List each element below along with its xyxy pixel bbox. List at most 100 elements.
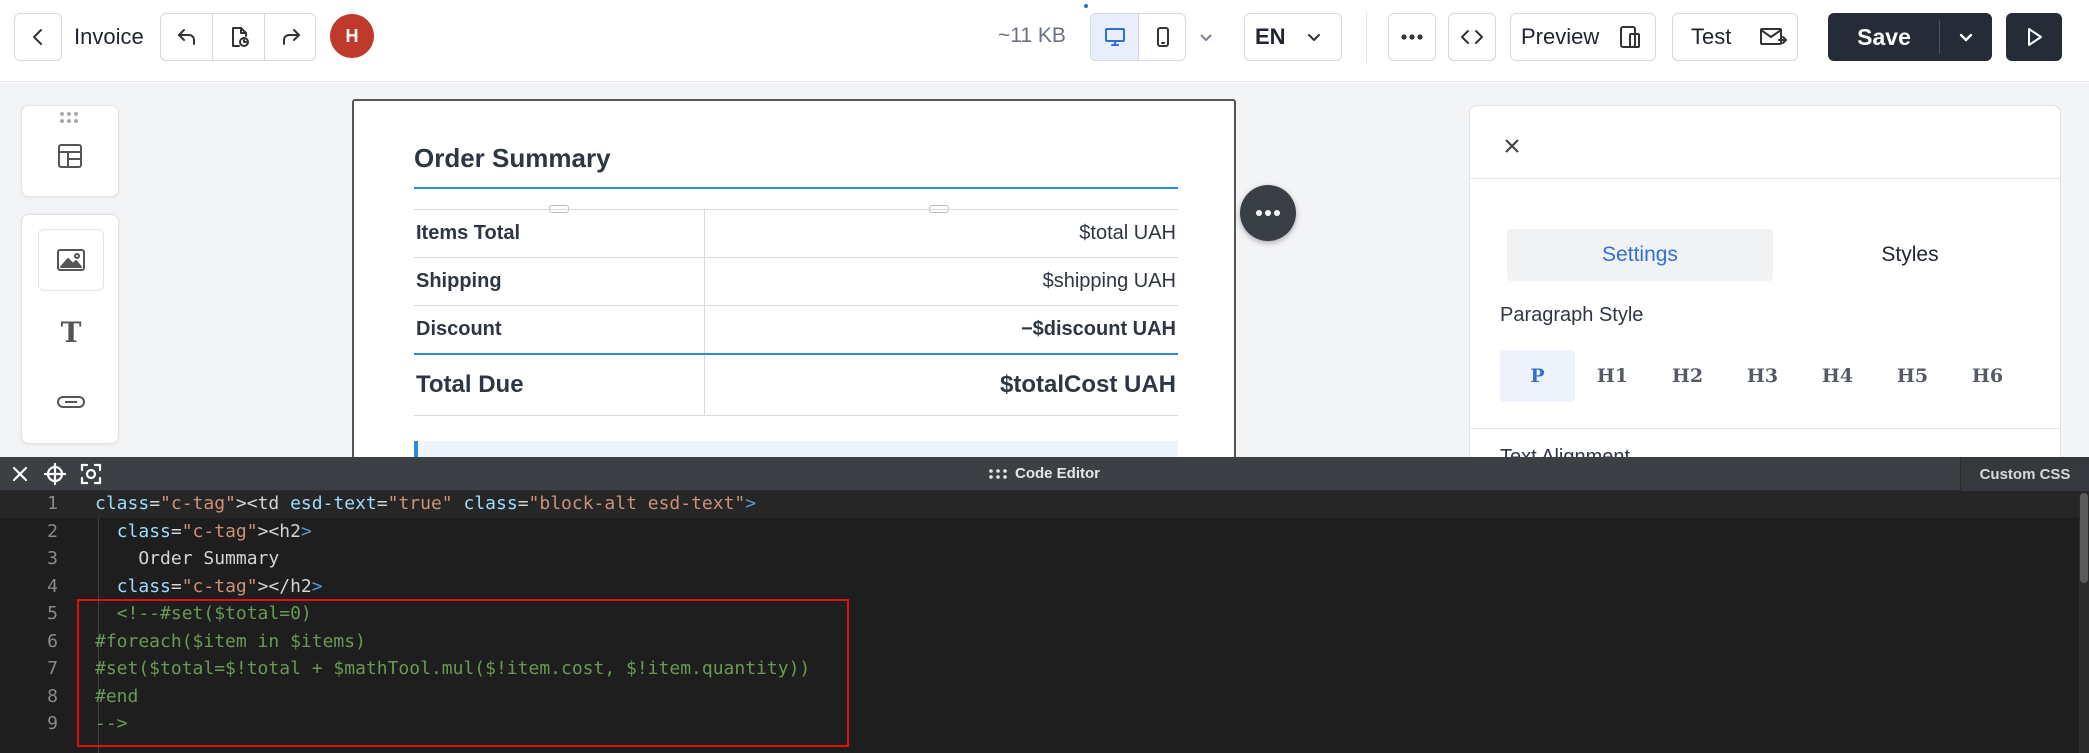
device-menu-dropdown[interactable]	[1188, 18, 1224, 56]
style-h1-button[interactable]: H1	[1575, 350, 1650, 402]
code-text: class="c-tag"><td esd-text="true" class=…	[95, 493, 757, 514]
block-actions-button[interactable]	[1240, 185, 1296, 241]
template-title: Invoice	[74, 24, 144, 49]
custom-css-button[interactable]: Custom CSS	[1960, 457, 2089, 491]
code-area[interactable]: 1 class="c-tag"><td esd-text="true" clas…	[0, 491, 2079, 753]
text-alignment-label: Text Alignment	[1500, 446, 1631, 457]
row-label: Shipping	[414, 257, 705, 306]
code-text: #set($total=$!total + $mathTool.mul($!it…	[95, 658, 811, 679]
style-h3-button[interactable]: H3	[1725, 350, 1800, 402]
undo-button[interactable]	[161, 14, 213, 60]
language-select[interactable]: EN	[1244, 13, 1342, 61]
table-row[interactable]: Discount −$discount UAH	[414, 305, 1178, 354]
code-line[interactable]: 8 #end	[0, 684, 2079, 711]
code-line[interactable]: 6 #foreach($item in $items)	[0, 629, 2079, 656]
test-email-button[interactable]: Test	[1672, 13, 1798, 61]
panel-divider	[1470, 428, 2060, 429]
structures-button[interactable]	[52, 138, 88, 174]
total-label: Total Due	[414, 352, 705, 416]
code-line[interactable]: 9 -->	[0, 711, 2079, 738]
code-icon	[1461, 30, 1483, 44]
preview-label: Preview	[1521, 24, 1600, 49]
code-line[interactable]: 4 class="c-tag"></h2>	[0, 574, 2079, 601]
device-indicator-dot	[1084, 4, 1088, 8]
blocks-panel: T	[21, 214, 119, 444]
run-button[interactable]	[2006, 13, 2062, 61]
code-text: #end	[95, 685, 139, 707]
save-options-dropdown[interactable]	[1940, 14, 1992, 60]
style-p-button[interactable]: P	[1500, 350, 1575, 402]
save-button[interactable]: Save	[1829, 14, 1939, 60]
code-text: class="c-tag"></h2>	[116, 575, 323, 597]
test-label: Test	[1691, 24, 1732, 49]
top-toolbar: Invoice H ~11 KB EN Preview Test Save	[0, 0, 2089, 82]
redo-icon	[283, 29, 300, 45]
back-button[interactable]	[14, 13, 62, 61]
mobile-view-button[interactable]	[1139, 14, 1187, 60]
user-avatar[interactable]: H	[330, 14, 374, 58]
more-horizontal-icon	[1401, 34, 1423, 40]
chevron-down-icon	[1959, 33, 1973, 42]
line-number: 2	[47, 520, 58, 542]
history-button-group	[160, 13, 316, 61]
line-number: 9	[47, 713, 58, 734]
email-canvas[interactable]: Order Summary Items Total $total UAH Shi…	[352, 99, 1236, 457]
chevron-down-icon	[1308, 34, 1320, 41]
desktop-icon	[1104, 28, 1125, 46]
structures-panel	[21, 105, 119, 197]
focus-editor-button[interactable]	[76, 460, 106, 488]
table-row[interactable]: Shipping $shipping UAH	[414, 257, 1178, 306]
order-summary-heading[interactable]: Order Summary	[414, 143, 611, 174]
row-value: $shipping UAH	[704, 257, 1178, 306]
code-view-button[interactable]	[1448, 13, 1496, 61]
code-line[interactable]: 2 class="c-tag"><h2>	[0, 519, 2079, 546]
button-block-button[interactable]	[38, 371, 104, 433]
code-text: Order Summary	[95, 548, 280, 569]
close-icon	[12, 466, 28, 482]
style-h2-button[interactable]: H2	[1650, 350, 1725, 402]
send-mail-icon	[1760, 28, 1787, 45]
row-value: −$discount UAH	[704, 305, 1178, 354]
code-line[interactable]: 7 #set($total=$!total + $mathTool.mul($!…	[0, 656, 2079, 683]
style-h6-button[interactable]: H6	[1950, 350, 2025, 402]
image-block-button[interactable]	[38, 229, 104, 291]
line-number: 4	[47, 575, 58, 597]
desktop-view-button[interactable]	[1091, 14, 1139, 60]
preview-button[interactable]: Preview	[1510, 13, 1656, 61]
line-number: 7	[47, 658, 58, 679]
style-h5-button[interactable]: H5	[1875, 350, 1950, 402]
code-scrollbar[interactable]	[2079, 491, 2089, 753]
scrollbar-thumb[interactable]	[2080, 493, 2088, 583]
line-number: 8	[47, 685, 58, 707]
table-row[interactable]: Items Total $total UAH	[414, 209, 1178, 258]
code-editor-header: Code Editor Custom CSS	[0, 457, 2089, 491]
chevron-down-icon	[1200, 34, 1212, 42]
editor-workspace: T Order Summary Items Total $total UAH S…	[0, 83, 2089, 457]
focus-icon	[80, 463, 102, 485]
version-history-button[interactable]	[213, 14, 265, 60]
text-block-button[interactable]: T	[38, 301, 104, 363]
save-button-group: Save	[1828, 13, 1992, 61]
tab-styles[interactable]: Styles	[1777, 229, 2043, 281]
close-panel-button[interactable]	[1496, 130, 1528, 162]
style-h4-button[interactable]: H4	[1800, 350, 1875, 402]
code-editor-panel: Code Editor Custom CSS 1 class="c-tag"><…	[0, 457, 2089, 753]
close-editor-button[interactable]	[5, 460, 35, 488]
image-icon	[57, 249, 85, 271]
code-line[interactable]: 1 class="c-tag"><td esd-text="true" clas…	[0, 491, 2079, 518]
move-editor-button[interactable]	[40, 460, 70, 488]
file-history-icon	[231, 27, 249, 47]
tab-settings[interactable]: Settings	[1507, 229, 1773, 281]
code-editor-title: Code Editor	[1015, 465, 1100, 482]
code-editor-title-group[interactable]: Code Editor	[988, 465, 1100, 482]
code-line[interactable]: 3 Order Summary	[0, 546, 2079, 573]
more-options-button[interactable]	[1388, 13, 1436, 61]
move-icon	[43, 462, 67, 486]
code-line[interactable]: 5 <!--#set($total=0)	[0, 601, 2079, 628]
drag-handle-icon[interactable]	[60, 112, 78, 123]
redo-button[interactable]	[265, 14, 317, 60]
info-block[interactable]	[414, 441, 1178, 457]
total-row[interactable]: Total Due $totalCost UAH	[414, 352, 1178, 416]
mobile-icon	[1157, 27, 1169, 47]
code-text: <!--#set($total=0)	[95, 603, 312, 624]
